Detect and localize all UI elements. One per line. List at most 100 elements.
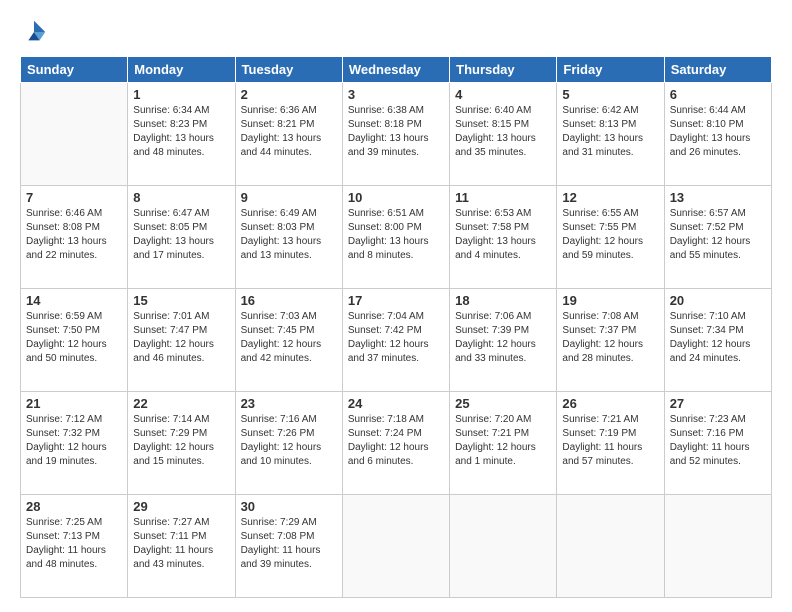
calendar-cell: 3 Sunrise: 6:38 AMSunset: 8:18 PMDaylight… [342,83,449,186]
day-info: Sunrise: 6:49 AMSunset: 8:03 PMDaylight:… [241,207,337,263]
day-number: 27 [670,396,766,411]
day-info: Sunrise: 7:18 AMSunset: 7:24 PMDaylight:… [348,413,444,469]
day-number: 17 [348,293,444,308]
weekday-header-monday: Monday [128,57,235,83]
day-number: 10 [348,190,444,205]
day-number: 23 [241,396,337,411]
calendar-cell: 13Sunrise: 6:57 AMSunset: 7:52 PMDayligh… [664,186,771,289]
calendar-cell: 17Sunrise: 7:04 AMSunset: 7:42 PMDayligh… [342,289,449,392]
day-info: Sunrise: 6:34 AMSunset: 8:23 PMDaylight:… [133,104,229,160]
logo-icon [20,18,48,46]
day-info: Sunrise: 7:14 AMSunset: 7:29 PMDaylight:… [133,413,229,469]
weekday-header-friday: Friday [557,57,664,83]
day-info: Sunrise: 6:36 AMSunset: 8:21 PMDaylight:… [241,104,337,160]
day-info: Sunrise: 7:10 AMSunset: 7:34 PMDaylight:… [670,310,766,366]
calendar-cell: 7 Sunrise: 6:46 AMSunset: 8:08 PMDaylight… [21,186,128,289]
day-number: 12 [562,190,658,205]
week-row-2: 14 Sunrise: 6:59 AMSunset: 7:50 PMDayligh… [21,289,772,392]
day-number: 18 [455,293,551,308]
day-number: 8 [133,190,229,205]
weekday-header-thursday: Thursday [450,57,557,83]
day-info: Sunrise: 7:29 AMSunset: 7:08 PMDaylight:… [241,516,337,572]
day-info: Sunrise: 6:46 AMSunset: 8:08 PMDaylight:… [26,207,122,263]
calendar-cell: 30 Sunrise: 7:29 AMSunset: 7:08 PMDayligh… [235,495,342,598]
day-info: Sunrise: 7:16 AMSunset: 7:26 PMDaylight:… [241,413,337,469]
weekday-header-wednesday: Wednesday [342,57,449,83]
day-info: Sunrise: 7:20 AMSunset: 7:21 PMDaylight:… [455,413,551,469]
day-info: Sunrise: 7:21 AMSunset: 7:19 PMDaylight:… [562,413,658,469]
calendar-cell: 1 Sunrise: 6:34 AMSunset: 8:23 PMDaylight… [128,83,235,186]
calendar-cell: 19 Sunrise: 7:08 AMSunset: 7:37 PMDayligh… [557,289,664,392]
calendar-cell: 2 Sunrise: 6:36 AMSunset: 8:21 PMDaylight… [235,83,342,186]
day-number: 2 [241,87,337,102]
day-info: Sunrise: 7:08 AMSunset: 7:37 PMDaylight:… [562,310,658,366]
day-info: Sunrise: 7:23 AMSunset: 7:16 PMDaylight:… [670,413,766,469]
day-number: 13 [670,190,766,205]
day-number: 30 [241,499,337,514]
calendar-cell: 15 Sunrise: 7:01 AMSunset: 7:47 PMDayligh… [128,289,235,392]
calendar-table: SundayMondayTuesdayWednesdayThursdayFrid… [20,56,772,598]
day-number: 21 [26,396,122,411]
calendar-cell [21,83,128,186]
calendar-cell [557,495,664,598]
calendar-cell: 8 Sunrise: 6:47 AMSunset: 8:05 PMDaylight… [128,186,235,289]
day-number: 1 [133,87,229,102]
day-info: Sunrise: 7:01 AMSunset: 7:47 PMDaylight:… [133,310,229,366]
day-number: 24 [348,396,444,411]
day-info: Sunrise: 6:38 AMSunset: 8:18 PMDaylight:… [348,104,444,160]
day-number: 9 [241,190,337,205]
calendar-cell: 20 Sunrise: 7:10 AMSunset: 7:34 PMDayligh… [664,289,771,392]
week-row-1: 7 Sunrise: 6:46 AMSunset: 8:08 PMDaylight… [21,186,772,289]
calendar-cell: 4 Sunrise: 6:40 AMSunset: 8:15 PMDaylight… [450,83,557,186]
week-row-3: 21 Sunrise: 7:12 AMSunset: 7:32 PMDayligh… [21,392,772,495]
day-info: Sunrise: 6:59 AMSunset: 7:50 PMDaylight:… [26,310,122,366]
day-info: Sunrise: 6:53 AMSunset: 7:58 PMDaylight:… [455,207,551,263]
calendar-cell: 18 Sunrise: 7:06 AMSunset: 7:39 PMDayligh… [450,289,557,392]
day-info: Sunrise: 6:51 AMSunset: 8:00 PMDaylight:… [348,207,444,263]
top-section [20,18,772,46]
day-info: Sunrise: 6:40 AMSunset: 8:15 PMDaylight:… [455,104,551,160]
week-row-4: 28Sunrise: 7:25 AMSunset: 7:13 PMDayligh… [21,495,772,598]
calendar-cell: 11 Sunrise: 6:53 AMSunset: 7:58 PMDayligh… [450,186,557,289]
day-number: 3 [348,87,444,102]
day-number: 29 [133,499,229,514]
calendar-cell: 28Sunrise: 7:25 AMSunset: 7:13 PMDayligh… [21,495,128,598]
calendar-cell: 10 Sunrise: 6:51 AMSunset: 8:00 PMDayligh… [342,186,449,289]
day-info: Sunrise: 7:25 AMSunset: 7:13 PMDaylight:… [26,516,122,572]
day-number: 22 [133,396,229,411]
day-number: 11 [455,190,551,205]
calendar-cell: 12 Sunrise: 6:55 AMSunset: 7:55 PMDayligh… [557,186,664,289]
day-number: 4 [455,87,551,102]
calendar-cell [342,495,449,598]
calendar-cell [664,495,771,598]
weekday-header-tuesday: Tuesday [235,57,342,83]
day-info: Sunrise: 6:47 AMSunset: 8:05 PMDaylight:… [133,207,229,263]
calendar-cell: 24 Sunrise: 7:18 AMSunset: 7:24 PMDayligh… [342,392,449,495]
day-info: Sunrise: 7:06 AMSunset: 7:39 PMDaylight:… [455,310,551,366]
calendar-cell: 25 Sunrise: 7:20 AMSunset: 7:21 PMDayligh… [450,392,557,495]
calendar-cell: 9 Sunrise: 6:49 AMSunset: 8:03 PMDaylight… [235,186,342,289]
calendar-cell [450,495,557,598]
day-info: Sunrise: 7:27 AMSunset: 7:11 PMDaylight:… [133,516,229,572]
day-number: 25 [455,396,551,411]
page: SundayMondayTuesdayWednesdayThursdayFrid… [0,0,792,612]
day-number: 19 [562,293,658,308]
day-info: Sunrise: 6:44 AMSunset: 8:10 PMDaylight:… [670,104,766,160]
day-info: Sunrise: 6:55 AMSunset: 7:55 PMDaylight:… [562,207,658,263]
calendar-cell: 23 Sunrise: 7:16 AMSunset: 7:26 PMDayligh… [235,392,342,495]
calendar-cell: 16Sunrise: 7:03 AMSunset: 7:45 PMDayligh… [235,289,342,392]
day-number: 26 [562,396,658,411]
day-number: 20 [670,293,766,308]
calendar-cell: 27 Sunrise: 7:23 AMSunset: 7:16 PMDayligh… [664,392,771,495]
calendar-cell: 26 Sunrise: 7:21 AMSunset: 7:19 PMDayligh… [557,392,664,495]
day-number: 14 [26,293,122,308]
calendar-cell: 14 Sunrise: 6:59 AMSunset: 7:50 PMDayligh… [21,289,128,392]
calendar-cell: 29 Sunrise: 7:27 AMSunset: 7:11 PMDayligh… [128,495,235,598]
day-number: 7 [26,190,122,205]
calendar-cell: 22 Sunrise: 7:14 AMSunset: 7:29 PMDayligh… [128,392,235,495]
day-info: Sunrise: 6:42 AMSunset: 8:13 PMDaylight:… [562,104,658,160]
day-number: 15 [133,293,229,308]
day-info: Sunrise: 7:12 AMSunset: 7:32 PMDaylight:… [26,413,122,469]
weekday-header-saturday: Saturday [664,57,771,83]
calendar-cell: 6Sunrise: 6:44 AMSunset: 8:10 PMDaylight… [664,83,771,186]
